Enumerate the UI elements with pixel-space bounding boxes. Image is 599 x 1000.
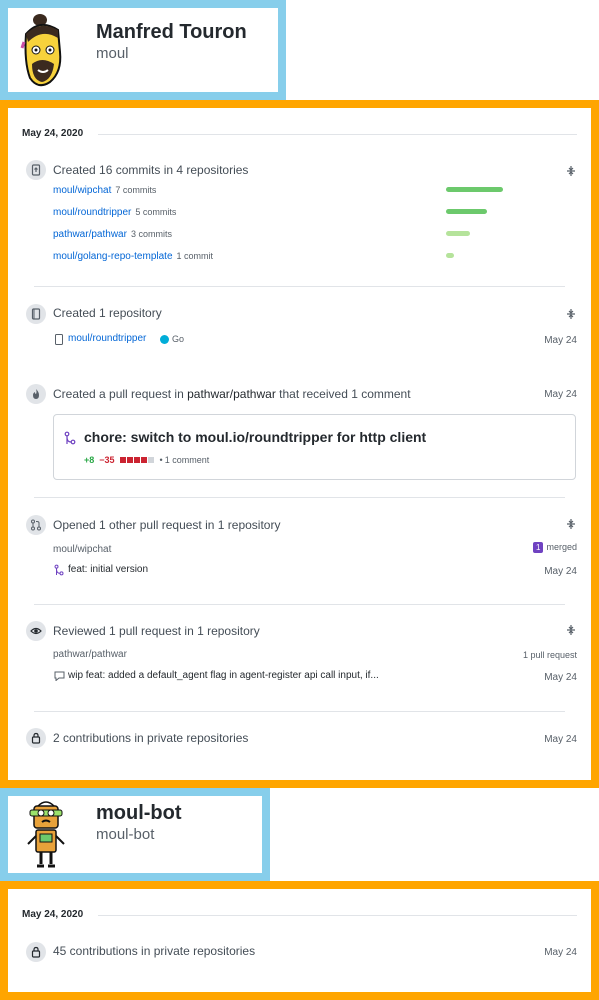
- deletions: −35: [99, 455, 115, 465]
- commit-bar: [446, 209, 487, 214]
- review-event-icon: [26, 621, 46, 641]
- event-date: May 24: [544, 335, 577, 346]
- language-label: Go: [160, 334, 184, 344]
- pr-stats: +8 −35 • 1 comment: [84, 455, 209, 465]
- additions: +8: [84, 455, 95, 465]
- activity-panel-moul-bot: May 24, 2020 45 contributions in private…: [0, 881, 599, 1000]
- repo-icon: [31, 308, 41, 320]
- pr-event-suffix: that received 1 comment: [279, 387, 411, 401]
- pr-title-link[interactable]: chore: switch to moul.io/roundtripper fo…: [84, 429, 426, 445]
- date-header: May 24, 2020: [22, 128, 84, 139]
- divider: [98, 134, 577, 135]
- dot-separator: •: [159, 455, 163, 465]
- commit-count[interactable]: 7 commits: [115, 185, 156, 195]
- robot-avatar-illustration: [27, 801, 65, 868]
- language-name: Go: [172, 334, 185, 344]
- event-date: May 24: [544, 389, 577, 400]
- review-event-title: Reviewed 1 pull request in 1 repository: [53, 624, 260, 638]
- repo-event-title: Created 1 repository: [53, 306, 162, 320]
- opened-pr-event-title: Opened 1 other pull request in 1 reposit…: [53, 518, 281, 532]
- event-date: May 24: [544, 672, 577, 683]
- divider: [34, 286, 565, 287]
- commit-bar: [446, 187, 503, 192]
- merged-pr-icon: [64, 431, 76, 445]
- divider: [34, 711, 565, 712]
- date-header: May 24, 2020: [22, 909, 84, 920]
- unfold-icon[interactable]: [565, 624, 577, 636]
- merged-count-badge: 1: [533, 542, 544, 553]
- opened-pr-title-link[interactable]: feat: initial version: [68, 564, 148, 575]
- diffstat-boxes: [119, 455, 154, 465]
- repo-name[interactable]: moul/wipchat: [53, 185, 111, 196]
- commit-repo-link[interactable]: pathwar/pathwar 3 commits: [53, 229, 172, 240]
- commit-repo-link[interactable]: moul/roundtripper 5 commits: [53, 207, 176, 218]
- commit-bar: [446, 231, 470, 236]
- private-event-icon: [26, 728, 46, 748]
- comment-count: 1 comment: [164, 455, 210, 465]
- commit-count[interactable]: 5 commits: [135, 207, 176, 217]
- profile-name[interactable]: moul-bot: [96, 802, 182, 825]
- pr-event-prefix: Created a pull request in: [53, 387, 184, 401]
- repo-event-icon: [26, 304, 46, 324]
- divider: [34, 604, 565, 605]
- event-date: May 24: [544, 566, 577, 577]
- profile-name[interactable]: Manfred Touron: [96, 21, 247, 44]
- reviewed-pr-title-link[interactable]: wip feat: added a default_agent flag in …: [68, 670, 379, 681]
- review-count: 1 pull request: [522, 650, 577, 660]
- commit-bar: [446, 253, 454, 258]
- pr-event-icon: [26, 384, 46, 404]
- profile-card-moul-bot: moul-bot moul-bot: [0, 788, 270, 881]
- private-event-title: 45 contributions in private repositories: [53, 944, 256, 958]
- merged-label: merged: [546, 542, 577, 552]
- unfold-icon[interactable]: [565, 518, 577, 530]
- review-repo[interactable]: pathwar/pathwar: [53, 649, 127, 660]
- pr-event-title: Created a pull request in pathwar/pathwa…: [53, 387, 411, 401]
- repo-icon: [55, 334, 63, 345]
- profile-card-manfred: Manfred Touron moul: [0, 0, 286, 100]
- comment-icon: [54, 671, 65, 681]
- private-event-title: 2 contributions in private repositories: [53, 731, 249, 745]
- event-date: May 24: [544, 947, 577, 958]
- language-color-dot: [160, 334, 169, 344]
- repo-name[interactable]: pathwar/pathwar: [53, 229, 127, 240]
- lock-icon: [31, 946, 41, 958]
- profile-login[interactable]: moul: [96, 45, 129, 62]
- flame-icon: [33, 389, 39, 399]
- merged-status: 1 merged: [533, 542, 577, 553]
- unfold-icon[interactable]: [565, 308, 577, 320]
- avatar[interactable]: [18, 12, 72, 92]
- commits-event-title: Created 16 commits in 4 repositories: [53, 163, 249, 177]
- opened-pr-event-icon: [26, 515, 46, 535]
- repo-name[interactable]: moul/roundtripper: [53, 207, 131, 218]
- pr-event-repo-link[interactable]: pathwar/pathwar: [187, 387, 276, 401]
- merged-pr-icon: [54, 564, 64, 576]
- unfold-icon[interactable]: [565, 165, 577, 177]
- profile-login[interactable]: moul-bot: [96, 826, 154, 843]
- activity-panel-manfred: May 24, 2020 Created 16 commits in 4 rep…: [0, 100, 599, 788]
- avatar[interactable]: [22, 798, 70, 872]
- pr-card[interactable]: chore: switch to moul.io/roundtripper fo…: [53, 414, 576, 480]
- eye-icon: [30, 627, 42, 635]
- commit-count[interactable]: 1 commit: [177, 251, 214, 261]
- private-event-icon: [26, 942, 46, 962]
- commit-count[interactable]: 3 commits: [131, 229, 172, 239]
- event-date: May 24: [544, 734, 577, 745]
- opened-pr-repo[interactable]: moul/wipchat: [53, 544, 111, 555]
- commit-repo-link[interactable]: moul/golang-repo-template 1 commit: [53, 251, 213, 262]
- divider: [34, 497, 565, 498]
- divider: [98, 915, 577, 916]
- git-pull-request-icon: [31, 519, 41, 531]
- lock-icon: [31, 732, 41, 744]
- repo-push-icon: [31, 164, 41, 176]
- commit-event-icon: [26, 160, 46, 180]
- repo-name[interactable]: moul/golang-repo-template: [53, 251, 173, 262]
- created-repo-link[interactable]: moul/roundtripper: [68, 333, 146, 344]
- avatar-illustration: [20, 14, 62, 87]
- commit-repo-link[interactable]: moul/wipchat 7 commits: [53, 185, 156, 196]
